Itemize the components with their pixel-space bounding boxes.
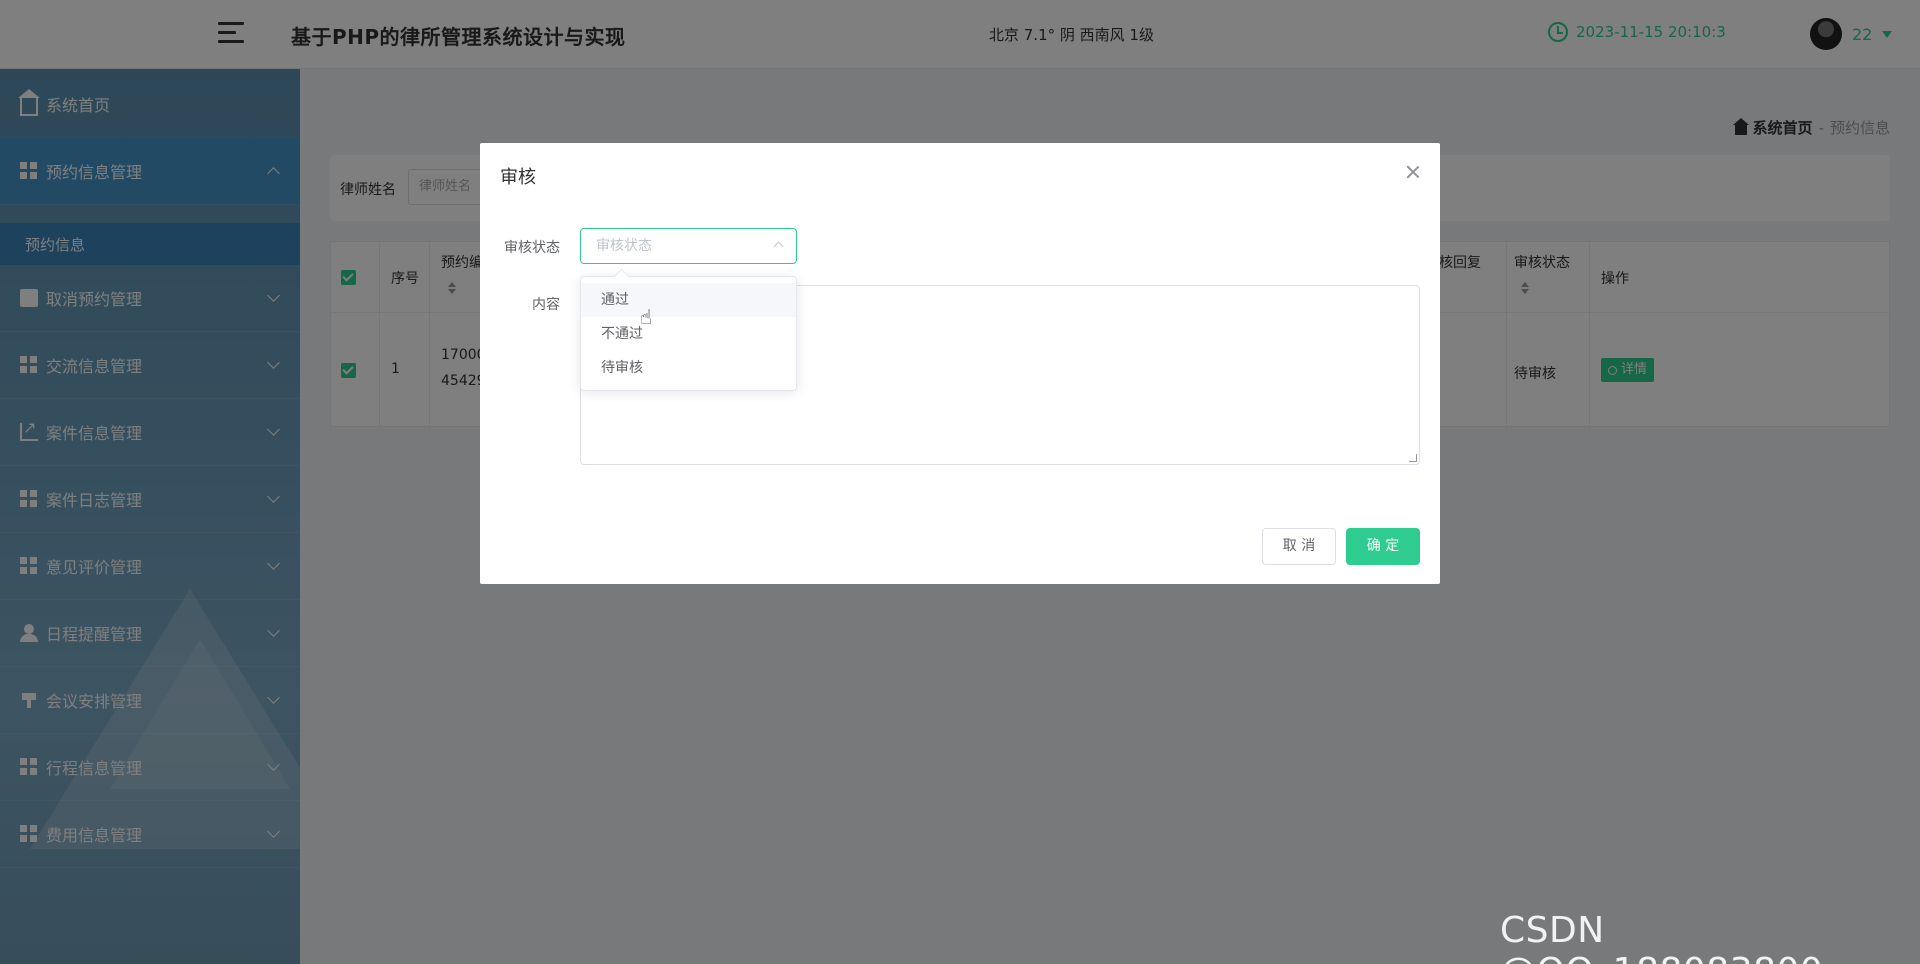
cancel-button[interactable]: 取 消 [1262, 528, 1336, 565]
dropdown-option-pending[interactable]: 待审核 [581, 351, 796, 385]
watermark: CSDN @QQ_188083800 [1500, 910, 1823, 964]
resize-handle-icon[interactable] [1409, 454, 1417, 462]
status-dropdown: 通过 不通过 待审核 [580, 276, 797, 391]
confirm-button[interactable]: 确 定 [1346, 528, 1420, 565]
dialog-title: 审核 [500, 167, 536, 188]
status-select-placeholder: 审核状态 [596, 238, 652, 254]
dropdown-option-approve[interactable]: 通过 [581, 283, 796, 317]
hand-cursor-icon: ☝ [640, 305, 653, 329]
content-field-label: 内容 [532, 297, 560, 313]
chevron-up-icon [773, 241, 784, 252]
status-select[interactable]: 审核状态 [580, 228, 797, 264]
dropdown-option-reject[interactable]: 不通过 [581, 317, 796, 351]
status-field-label: 审核状态 [504, 240, 560, 256]
close-icon[interactable] [1406, 165, 1420, 179]
